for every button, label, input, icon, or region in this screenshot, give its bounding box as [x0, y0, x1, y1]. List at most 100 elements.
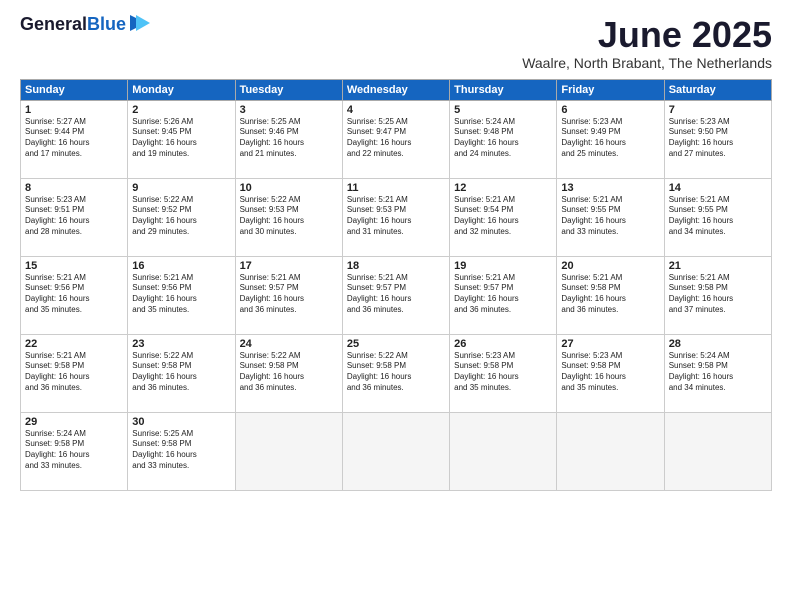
cell-daylight-info: Sunrise: 5:21 AM Sunset: 9:55 PM Dayligh…: [561, 195, 659, 238]
cell-daylight-info: Sunrise: 5:21 AM Sunset: 9:53 PM Dayligh…: [347, 195, 445, 238]
day-number: 20: [561, 260, 659, 272]
calendar-cell: 2Sunrise: 5:26 AM Sunset: 9:45 PM Daylig…: [128, 100, 235, 178]
calendar-cell: 18Sunrise: 5:21 AM Sunset: 9:57 PM Dayli…: [342, 256, 449, 334]
day-number: 30: [132, 416, 230, 428]
calendar-cell: [557, 412, 664, 490]
day-number: 23: [132, 338, 230, 350]
calendar-cell: 25Sunrise: 5:22 AM Sunset: 9:58 PM Dayli…: [342, 334, 449, 412]
header: GeneralBlue June 2025 Waalre, North Brab…: [20, 15, 772, 71]
header-friday: Friday: [557, 79, 664, 100]
calendar-header-row: SundayMondayTuesdayWednesdayThursdayFrid…: [21, 79, 772, 100]
day-number: 28: [669, 338, 767, 350]
cell-daylight-info: Sunrise: 5:23 AM Sunset: 9:51 PM Dayligh…: [25, 195, 123, 238]
calendar-week-5: 29Sunrise: 5:24 AM Sunset: 9:58 PM Dayli…: [21, 412, 772, 490]
logo-arrow-icon: [128, 13, 150, 33]
day-number: 17: [240, 260, 338, 272]
calendar-cell: 30Sunrise: 5:25 AM Sunset: 9:58 PM Dayli…: [128, 412, 235, 490]
logo: GeneralBlue: [20, 15, 150, 35]
day-number: 27: [561, 338, 659, 350]
calendar-cell: [664, 412, 771, 490]
logo-text: GeneralBlue: [20, 15, 126, 35]
cell-daylight-info: Sunrise: 5:23 AM Sunset: 9:50 PM Dayligh…: [669, 117, 767, 160]
cell-daylight-info: Sunrise: 5:21 AM Sunset: 9:54 PM Dayligh…: [454, 195, 552, 238]
calendar-cell: 4Sunrise: 5:25 AM Sunset: 9:47 PM Daylig…: [342, 100, 449, 178]
day-number: 14: [669, 182, 767, 194]
calendar-cell: [342, 412, 449, 490]
calendar-cell: 16Sunrise: 5:21 AM Sunset: 9:56 PM Dayli…: [128, 256, 235, 334]
calendar-cell: 19Sunrise: 5:21 AM Sunset: 9:57 PM Dayli…: [450, 256, 557, 334]
cell-daylight-info: Sunrise: 5:21 AM Sunset: 9:57 PM Dayligh…: [240, 273, 338, 316]
cell-daylight-info: Sunrise: 5:21 AM Sunset: 9:58 PM Dayligh…: [561, 273, 659, 316]
month-title: June 2025: [522, 15, 772, 55]
calendar-cell: 8Sunrise: 5:23 AM Sunset: 9:51 PM Daylig…: [21, 178, 128, 256]
header-monday: Monday: [128, 79, 235, 100]
calendar-cell: 12Sunrise: 5:21 AM Sunset: 9:54 PM Dayli…: [450, 178, 557, 256]
day-number: 22: [25, 338, 123, 350]
title-section: June 2025 Waalre, North Brabant, The Net…: [522, 15, 772, 71]
day-number: 25: [347, 338, 445, 350]
cell-daylight-info: Sunrise: 5:21 AM Sunset: 9:57 PM Dayligh…: [454, 273, 552, 316]
header-sunday: Sunday: [21, 79, 128, 100]
calendar-cell: 22Sunrise: 5:21 AM Sunset: 9:58 PM Dayli…: [21, 334, 128, 412]
day-number: 29: [25, 416, 123, 428]
header-wednesday: Wednesday: [342, 79, 449, 100]
calendar-cell: [235, 412, 342, 490]
header-thursday: Thursday: [450, 79, 557, 100]
cell-daylight-info: Sunrise: 5:22 AM Sunset: 9:58 PM Dayligh…: [347, 351, 445, 394]
calendar-cell: 13Sunrise: 5:21 AM Sunset: 9:55 PM Dayli…: [557, 178, 664, 256]
calendar-week-4: 22Sunrise: 5:21 AM Sunset: 9:58 PM Dayli…: [21, 334, 772, 412]
cell-daylight-info: Sunrise: 5:21 AM Sunset: 9:56 PM Dayligh…: [25, 273, 123, 316]
cell-daylight-info: Sunrise: 5:25 AM Sunset: 9:47 PM Dayligh…: [347, 117, 445, 160]
calendar-cell: 14Sunrise: 5:21 AM Sunset: 9:55 PM Dayli…: [664, 178, 771, 256]
calendar-cell: 5Sunrise: 5:24 AM Sunset: 9:48 PM Daylig…: [450, 100, 557, 178]
calendar-cell: 24Sunrise: 5:22 AM Sunset: 9:58 PM Dayli…: [235, 334, 342, 412]
day-number: 26: [454, 338, 552, 350]
cell-daylight-info: Sunrise: 5:21 AM Sunset: 9:55 PM Dayligh…: [669, 195, 767, 238]
calendar-cell: 7Sunrise: 5:23 AM Sunset: 9:50 PM Daylig…: [664, 100, 771, 178]
calendar-cell: 1Sunrise: 5:27 AM Sunset: 9:44 PM Daylig…: [21, 100, 128, 178]
day-number: 21: [669, 260, 767, 272]
day-number: 9: [132, 182, 230, 194]
cell-daylight-info: Sunrise: 5:21 AM Sunset: 9:58 PM Dayligh…: [25, 351, 123, 394]
day-number: 11: [347, 182, 445, 194]
calendar-week-2: 8Sunrise: 5:23 AM Sunset: 9:51 PM Daylig…: [21, 178, 772, 256]
day-number: 18: [347, 260, 445, 272]
cell-daylight-info: Sunrise: 5:21 AM Sunset: 9:56 PM Dayligh…: [132, 273, 230, 316]
calendar-table: SundayMondayTuesdayWednesdayThursdayFrid…: [20, 79, 772, 491]
page: GeneralBlue June 2025 Waalre, North Brab…: [0, 0, 792, 612]
location-subtitle: Waalre, North Brabant, The Netherlands: [522, 55, 772, 71]
day-number: 19: [454, 260, 552, 272]
cell-daylight-info: Sunrise: 5:22 AM Sunset: 9:58 PM Dayligh…: [132, 351, 230, 394]
cell-daylight-info: Sunrise: 5:23 AM Sunset: 9:58 PM Dayligh…: [454, 351, 552, 394]
cell-daylight-info: Sunrise: 5:26 AM Sunset: 9:45 PM Dayligh…: [132, 117, 230, 160]
calendar-cell: 23Sunrise: 5:22 AM Sunset: 9:58 PM Dayli…: [128, 334, 235, 412]
calendar-cell: 10Sunrise: 5:22 AM Sunset: 9:53 PM Dayli…: [235, 178, 342, 256]
cell-daylight-info: Sunrise: 5:27 AM Sunset: 9:44 PM Dayligh…: [25, 117, 123, 160]
calendar-cell: 28Sunrise: 5:24 AM Sunset: 9:58 PM Dayli…: [664, 334, 771, 412]
day-number: 15: [25, 260, 123, 272]
day-number: 5: [454, 104, 552, 116]
day-number: 13: [561, 182, 659, 194]
cell-daylight-info: Sunrise: 5:24 AM Sunset: 9:58 PM Dayligh…: [669, 351, 767, 394]
day-number: 7: [669, 104, 767, 116]
day-number: 4: [347, 104, 445, 116]
day-number: 8: [25, 182, 123, 194]
cell-daylight-info: Sunrise: 5:25 AM Sunset: 9:58 PM Dayligh…: [132, 429, 230, 472]
calendar-cell: 20Sunrise: 5:21 AM Sunset: 9:58 PM Dayli…: [557, 256, 664, 334]
cell-daylight-info: Sunrise: 5:22 AM Sunset: 9:53 PM Dayligh…: [240, 195, 338, 238]
day-number: 2: [132, 104, 230, 116]
calendar-week-1: 1Sunrise: 5:27 AM Sunset: 9:44 PM Daylig…: [21, 100, 772, 178]
calendar-cell: 26Sunrise: 5:23 AM Sunset: 9:58 PM Dayli…: [450, 334, 557, 412]
calendar-cell: 3Sunrise: 5:25 AM Sunset: 9:46 PM Daylig…: [235, 100, 342, 178]
day-number: 12: [454, 182, 552, 194]
calendar-cell: 15Sunrise: 5:21 AM Sunset: 9:56 PM Dayli…: [21, 256, 128, 334]
cell-daylight-info: Sunrise: 5:21 AM Sunset: 9:58 PM Dayligh…: [669, 273, 767, 316]
day-number: 24: [240, 338, 338, 350]
cell-daylight-info: Sunrise: 5:24 AM Sunset: 9:58 PM Dayligh…: [25, 429, 123, 472]
day-number: 16: [132, 260, 230, 272]
calendar-cell: 27Sunrise: 5:23 AM Sunset: 9:58 PM Dayli…: [557, 334, 664, 412]
day-number: 10: [240, 182, 338, 194]
calendar-cell: 21Sunrise: 5:21 AM Sunset: 9:58 PM Dayli…: [664, 256, 771, 334]
day-number: 3: [240, 104, 338, 116]
cell-daylight-info: Sunrise: 5:21 AM Sunset: 9:57 PM Dayligh…: [347, 273, 445, 316]
